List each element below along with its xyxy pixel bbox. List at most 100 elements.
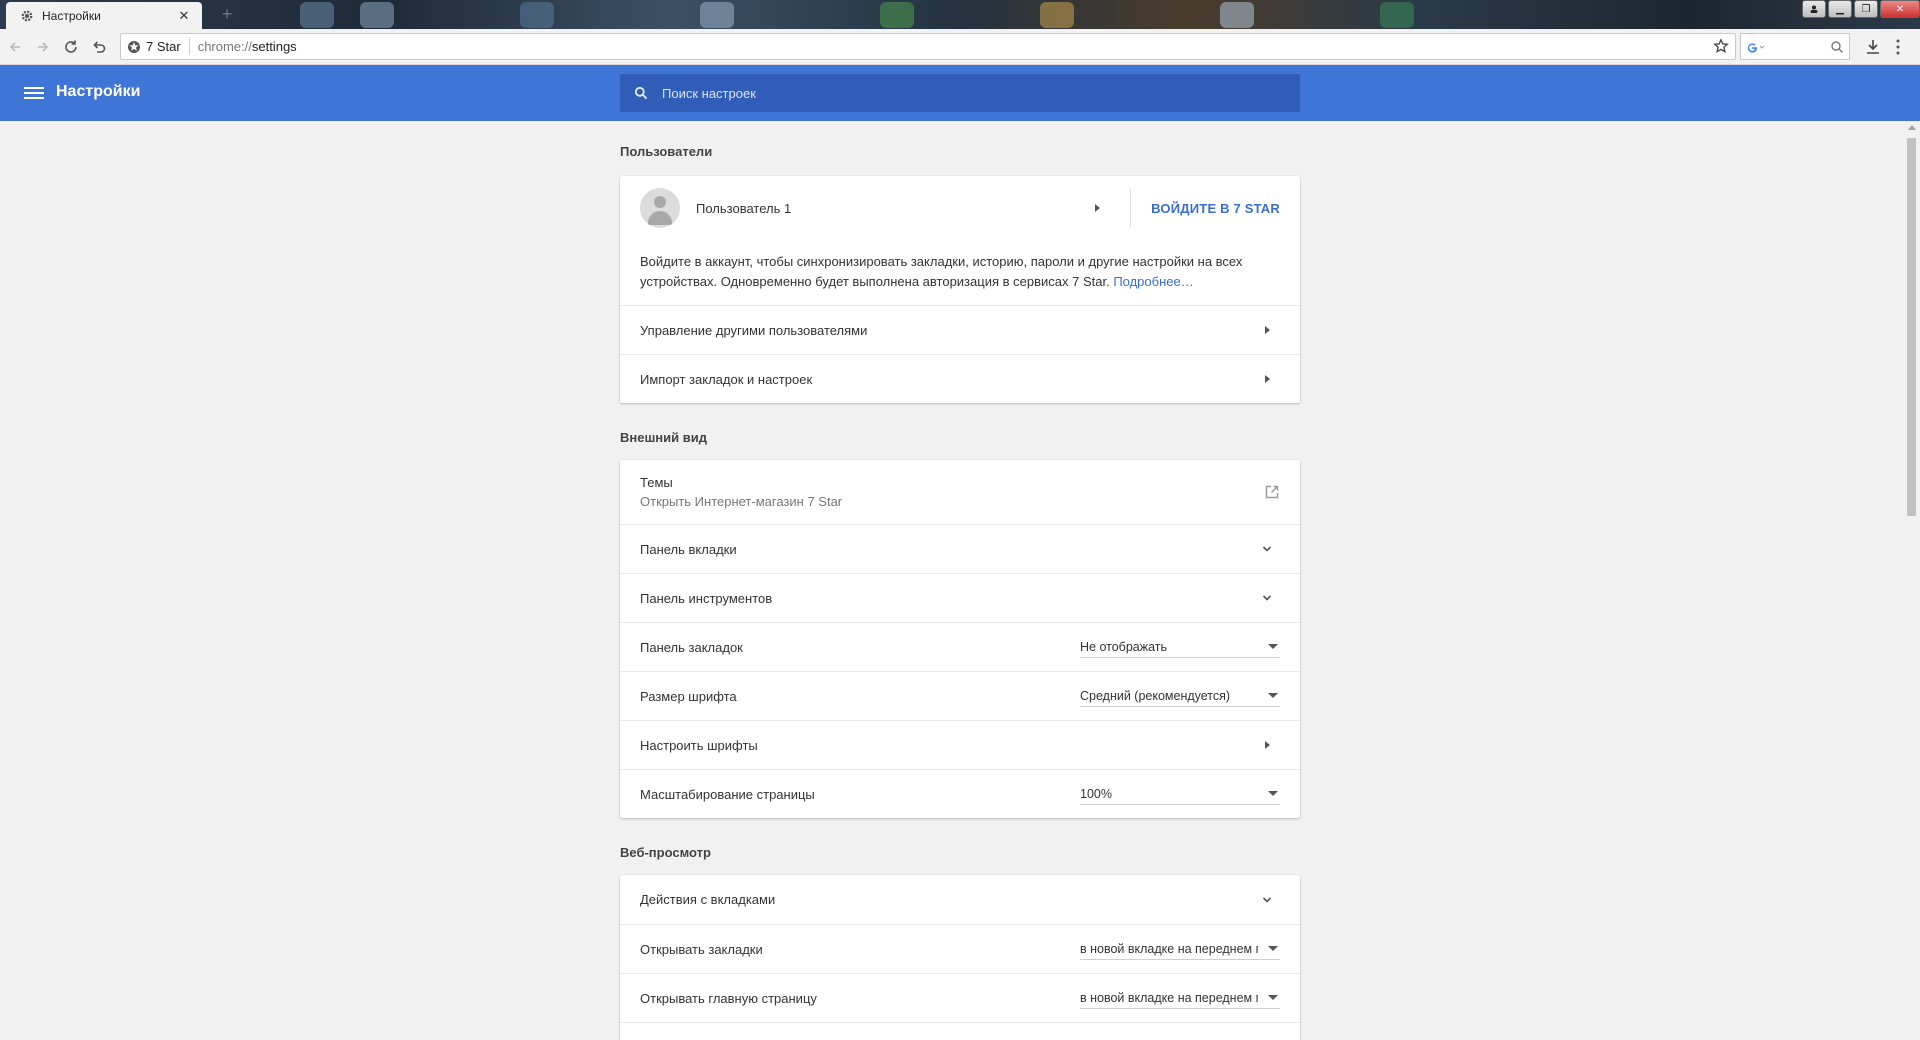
manage-users-row[interactable]: Управление другими пользователями <box>620 305 1300 354</box>
dropdown-arrow-icon <box>1268 995 1278 1000</box>
row-label: Размер шрифта <box>640 688 737 704</box>
dropdown-arrow-icon <box>1268 693 1278 698</box>
tools-panel-row[interactable]: Панель инструментов <box>620 573 1300 622</box>
undo-close-tab-button[interactable] <box>86 34 112 60</box>
back-button[interactable] <box>2 34 28 60</box>
user-profile-row[interactable]: Пользователь 1 ВОЙДИТЕ В 7 STAR <box>620 176 1300 240</box>
bookmarks-bar-select[interactable]: Не отображать <box>1080 636 1280 658</box>
minimize-button[interactable]: ▁ <box>1828 0 1852 18</box>
scroll-up-arrow-icon[interactable] <box>1908 125 1916 130</box>
open-bookmarks-select[interactable]: в новой вкладке на переднем плане <box>1080 938 1280 960</box>
site-name: 7 Star <box>146 39 181 54</box>
row-label: Открывать главную страницу <box>640 990 817 1006</box>
customize-fonts-row[interactable]: Настроить шрифты <box>620 720 1300 769</box>
tab-actions-row[interactable]: Действия с вкладками <box>620 875 1300 924</box>
arrow-right-icon <box>1265 375 1270 383</box>
window-menu-button[interactable] <box>1802 0 1826 18</box>
downloads-button[interactable] <box>1864 38 1882 61</box>
star-icon <box>1713 38 1729 54</box>
more-vert-icon <box>1896 39 1900 55</box>
row-label: Действия с вкладками <box>640 892 776 907</box>
section-header-browsing: Веб-просмотр <box>620 818 1300 875</box>
search-engine-box[interactable] <box>1740 33 1850 60</box>
arrow-right-icon <box>38 41 49 52</box>
chevron-down-icon <box>1262 595 1272 601</box>
arrow-right-icon <box>1265 741 1270 749</box>
google-g-icon <box>1747 42 1765 53</box>
avatar <box>640 188 680 228</box>
desktop-background-decoration <box>1220 2 1254 28</box>
open-bookmarks-row: Открывать закладки в новой вкладке на пе… <box>620 924 1300 973</box>
select-value: Средний (рекомендуется) <box>1080 688 1231 703</box>
section-title-browsing: Веб-просмотр <box>620 845 711 860</box>
browser-tab-settings[interactable]: Настройки ✕ <box>6 2 202 29</box>
arrow-right-icon <box>1095 204 1101 212</box>
row-label: Настроить шрифты <box>640 737 758 753</box>
page-zoom-select[interactable]: 100% <box>1080 783 1280 805</box>
desktop-background-decoration <box>360 2 394 28</box>
themes-subtitle: Открыть Интернет-магазин 7 Star <box>640 494 843 509</box>
search-icon <box>634 86 648 100</box>
divider <box>1130 188 1132 228</box>
row-label: Панель вкладки <box>640 541 737 557</box>
open-homepage-select[interactable]: в новой вкладке на переднем плане <box>1080 987 1280 1009</box>
reload-button[interactable] <box>58 34 84 60</box>
settings-search-input[interactable] <box>662 85 1262 101</box>
new-tab-button[interactable]: + <box>216 4 238 24</box>
browsing-card: Действия с вкладками Открывать закладки … <box>620 875 1300 1040</box>
hamburger-menu-icon[interactable] <box>24 84 44 102</box>
desktop-background-decoration <box>1040 2 1074 28</box>
tab-title: Настройки <box>42 8 101 23</box>
desktop-background-decoration <box>300 2 334 28</box>
select-value: в новой вкладке на переднем плане <box>1080 941 1258 956</box>
themes-title: Темы <box>640 475 673 490</box>
bookmark-star-button[interactable] <box>1713 38 1729 57</box>
restore-button[interactable]: ❐ <box>1854 0 1878 18</box>
window-close-button[interactable]: ✕ <box>1880 0 1920 18</box>
select-value: в новой вкладке на переднем плане <box>1080 990 1258 1005</box>
user-name: Пользователь 1 <box>696 200 792 216</box>
download-icon <box>1867 40 1879 54</box>
desktop-background-decoration <box>880 2 914 28</box>
address-bar[interactable]: 7 Star chrome://settings <box>120 33 1736 60</box>
url-path: settings <box>251 39 297 54</box>
page-title: Настройки <box>56 83 141 100</box>
reload-icon <box>65 40 77 53</box>
open-homepage-row: Открывать главную страницу в новой вклад… <box>620 973 1300 1022</box>
themes-row[interactable]: Темы Открыть Интернет-магазин 7 Star <box>620 460 1300 524</box>
page-zoom-row: Масштабирование страницы 100% <box>620 769 1300 818</box>
next-setting-row-partial <box>620 1022 1300 1040</box>
select-value: 100% <box>1080 786 1112 801</box>
settings-search[interactable] <box>620 74 1300 112</box>
arrow-right-icon <box>1265 326 1270 334</box>
font-size-row: Размер шрифта Средний (рекомендуется) <box>620 671 1300 720</box>
forward-button[interactable] <box>30 34 56 60</box>
tab-panel-row[interactable]: Панель вкладки <box>620 524 1300 573</box>
desktop-background-decoration <box>700 2 734 28</box>
search-icon[interactable] <box>1830 40 1844 54</box>
url-text[interactable]: chrome://settings <box>190 39 297 54</box>
import-bookmarks-row[interactable]: Импорт закладок и настроек <box>620 354 1300 403</box>
row-label: Панель закладок <box>640 639 743 655</box>
section-title-appearance: Внешний вид <box>620 430 707 445</box>
bookmarks-bar-row: Панель закладок Не отображать <box>620 622 1300 671</box>
scrollbar-thumb[interactable] <box>1907 138 1916 516</box>
window-controls: ▁ ❐ ✕ <box>1802 0 1920 18</box>
browser-toolbar: 7 Star chrome://settings <box>0 29 1920 65</box>
desktop-background-decoration <box>1380 2 1414 28</box>
user-icon <box>1810 5 1818 13</box>
tab-close-button[interactable]: ✕ <box>176 8 192 24</box>
dropdown-arrow-icon <box>1268 791 1278 796</box>
site-info-chip[interactable]: 7 Star <box>121 38 190 55</box>
row-label: Панель инструментов <box>640 590 773 606</box>
open-in-new-icon[interactable] <box>1264 484 1280 500</box>
7star-logo-icon <box>128 40 140 53</box>
learn-more-link[interactable]: Подробнее… <box>1113 274 1193 289</box>
signin-button[interactable]: ВОЙДИТЕ В 7 STAR <box>1151 201 1280 216</box>
browser-menu-button[interactable] <box>1895 38 1901 61</box>
window-titlebar: Настройки ✕ + ▁ ❐ ✕ <box>0 0 1920 29</box>
arrow-left-icon <box>9 41 20 52</box>
chevron-down-icon <box>1262 546 1272 552</box>
font-size-select[interactable]: Средний (рекомендуется) <box>1080 685 1280 707</box>
appearance-card: Темы Открыть Интернет-магазин 7 Star Пан… <box>620 460 1300 818</box>
